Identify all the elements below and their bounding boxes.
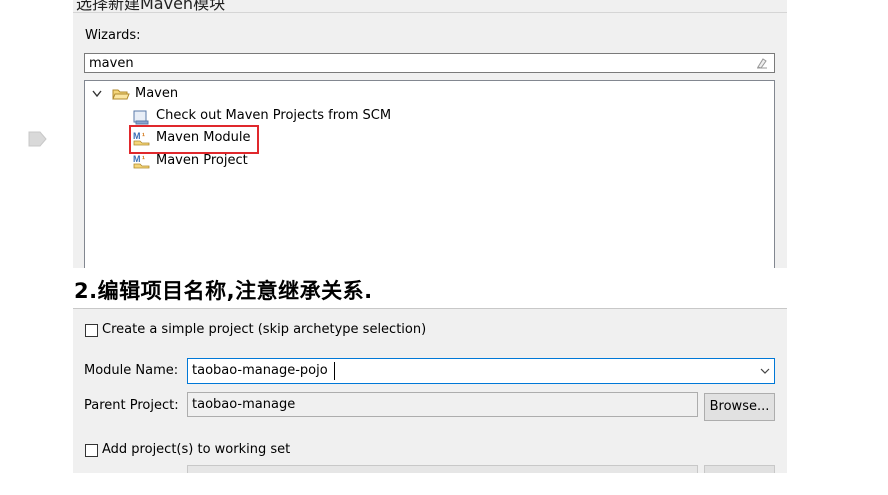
clear-filter-icon[interactable] (756, 57, 768, 69)
working-set-checkbox[interactable] (85, 444, 98, 457)
simple-project-label: Create a simple project (skip archetype … (102, 322, 427, 337)
maven-project-icon: M ¹ (133, 154, 150, 169)
module-name-label: Module Name: (84, 363, 179, 378)
svg-text:¹: ¹ (142, 154, 145, 164)
scm-checkout-icon (133, 110, 149, 125)
tree-group-label: Maven (135, 86, 179, 101)
working-set-combo-partial[interactable] (187, 465, 698, 473)
parent-project-value: taobao-manage (192, 397, 296, 412)
wizard-filter-value: maven (89, 56, 134, 71)
tree-item-label: Maven Project (156, 153, 248, 168)
parent-project-input: taobao-manage (187, 392, 698, 417)
text-caret (334, 362, 335, 380)
simple-project-checkbox[interactable] (85, 324, 98, 337)
chevron-down-icon[interactable] (92, 90, 102, 98)
chevron-down-icon[interactable] (760, 368, 770, 375)
module-name-input[interactable]: taobao-manage-pojo (187, 358, 775, 384)
select-button-partial[interactable] (704, 465, 775, 473)
tree-item-label: Check out Maven Projects from SCM (156, 108, 392, 123)
maven-module-highlight (129, 125, 259, 154)
module-name-value: taobao-manage-pojo (192, 363, 328, 378)
parent-project-label: Parent Project: (84, 398, 179, 413)
step-heading: 2.编辑项目名称,注意继承关系. (74, 279, 373, 303)
working-set-label: Add project(s) to working set (102, 442, 291, 457)
browse-button[interactable]: Browse... (704, 393, 775, 421)
module-panel-divider (73, 308, 787, 309)
svg-text:M: M (133, 154, 141, 164)
wizards-label: Wizards: (85, 28, 141, 43)
pointer-marker-icon (28, 131, 47, 147)
wizard-filter-input[interactable]: maven (84, 53, 775, 73)
top-divider (73, 12, 787, 13)
folder-open-icon (112, 89, 130, 100)
